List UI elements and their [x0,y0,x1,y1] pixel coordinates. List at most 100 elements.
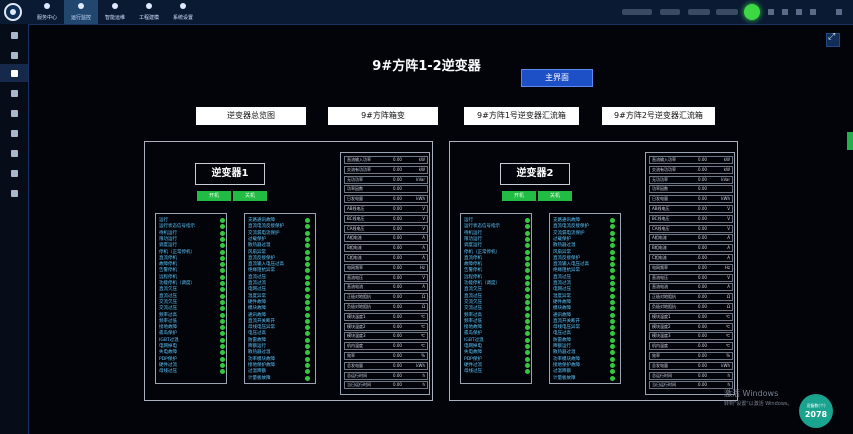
status-led-icon [525,268,530,274]
status-led-icon [610,218,615,223]
list-icon[interactable] [11,110,18,117]
metric-row: A相电流 0.00 A [649,234,733,243]
grid-icon[interactable] [11,170,18,177]
metric-label: 功率因数 [652,186,668,192]
start-button[interactable]: 开机 [197,191,231,201]
metric-row: BC线电压 0.00 V [649,214,733,223]
metric-row: 负极对地阻抗 0.00 Ω [649,303,733,311]
metric-unit: kWh [721,362,730,368]
fullscreen-button[interactable] [826,32,840,47]
metric-label: B相电流 [652,245,667,251]
bulb-icon[interactable] [11,32,18,39]
status-led-icon [220,325,225,331]
metric-unit: ℃ [725,323,731,329]
nav-item-service[interactable]: 服务中心 [30,0,64,24]
status-indicator-icon[interactable] [744,4,760,20]
report-icon[interactable] [11,130,18,137]
nav-item-settings[interactable]: 系统设置 [166,0,200,24]
metric-label: C相电流 [652,255,667,260]
metric-unit: % [421,353,425,358]
metric-label: 直流电流 [347,284,363,290]
status-led-icon [525,218,530,223]
nav-item-monitor[interactable]: 运行监控 [64,0,98,24]
status-led-icon [525,274,530,280]
metric-unit: A [422,235,425,241]
metric-value: 0.00 [393,235,402,241]
window-button-icon[interactable] [796,9,802,15]
stop-button[interactable]: 关机 [233,191,267,201]
metric-label: 无功功率 [652,176,668,182]
metric-row: B相电流 0.00 A [344,244,428,253]
status-led-icon [525,262,530,268]
main-screen-button[interactable]: 主界面 [521,69,593,87]
inverter-panel-2: 逆变器2 开机 关机 运行 运行状态信号指示 待机运行 限功运行 调度运行 停机（正常停机… [449,141,738,401]
metric-value: 0.00 [698,245,707,251]
metric-label: 模块温度3 [652,333,671,339]
metric-label: 正极对地阻抗 [347,294,371,300]
status-led-icon [305,337,310,343]
metric-unit: V [727,274,730,280]
start-button[interactable]: 开机 [502,191,536,201]
metric-value: 0.00 [393,274,402,280]
status-led-icon [610,255,615,261]
status-led-icon [525,255,530,261]
nav-label: 工程建模 [138,15,159,21]
device-count-badge[interactable]: 设备数(个) 2078 [799,394,833,428]
nav-item-modeling[interactable]: 工程建模 [132,0,166,24]
metric-label: AB线电压 [347,206,365,211]
metric-row: 交流有功功率 0.00 kW [344,165,428,174]
metric-row: 功率因数 0.00 [344,185,428,194]
metric-value: 0.00 [698,255,707,260]
metric-unit: kVar [416,176,425,182]
metric-value: 0.00 [698,284,707,290]
metric-label: 机内温度 [652,343,668,349]
inverter-title: 逆变器2 [500,163,570,185]
nav-item-maintenance[interactable]: 智能运维 [98,0,132,24]
status-led-icon [610,224,615,230]
metric-value: 0.00 [698,166,707,172]
status-led-icon [305,299,310,305]
window-button-icon[interactable] [836,9,842,15]
inverter-overview-link[interactable]: 逆变器总览图 [196,107,306,125]
window-button-icon[interactable] [810,9,816,15]
document-icon[interactable] [11,90,18,97]
status-led-icon [220,268,225,274]
weather-icon[interactable] [11,150,18,157]
status-led-icon [305,287,310,293]
page-title: 9#方阵1-2逆变器 [372,59,481,74]
app-logo-icon [4,3,22,21]
stop-button[interactable]: 关机 [538,191,572,201]
metric-row: 电网频率 0.00 Hz [344,263,428,272]
inverter-panel-1: 逆变器1 开机 关机 运行 运行状态信号指示 待机运行 限功运行 调度运行 停机（正常停机… [144,141,433,401]
metric-row: 功率因数 0.00 [649,185,733,194]
status-list-left: 运行 运行状态信号指示 待机运行 限功运行 调度运行 停机（正常停机） 直流停机 故障停机 告警… [155,213,227,384]
table-icon[interactable] [11,190,18,197]
window-button-icon[interactable] [782,9,788,15]
metric-unit: kWh [721,196,730,202]
metric-value: 0.00 [698,333,707,339]
metric-row: A相电流 0.00 A [344,234,428,243]
metric-label: 直流输入功率 [652,157,676,162]
status-led-icon [525,299,530,305]
window-button-icon[interactable] [768,9,774,15]
status-led-icon [305,236,310,242]
metric-label: 直流输入功率 [347,157,371,162]
metric-row: 负极对地阻抗 0.00 Ω [344,303,428,311]
metric-row: 无功功率 0.00 kVar [344,175,428,184]
status-list-right: 支路通讯故障 直流电流反接保护 交流漏电流保护 过载保护 散热器过温 风扇异常 直流反接保护… [244,213,316,384]
metric-row: 模块温度2 0.00 ℃ [344,322,428,331]
status-led-icon [220,331,225,337]
status-led-icon [610,362,615,368]
metric-value: 0.00 [393,313,402,319]
metric-value: 0.00 [393,215,402,221]
metric-label: B相电流 [347,245,362,251]
metric-unit: A [422,284,425,290]
side-tab-handle[interactable] [847,132,853,150]
combiner-box-1-link[interactable]: 9#方阵1号逆变器汇流箱 [464,107,579,125]
combiner-box-2-link[interactable]: 9#方阵2号逆变器汇流箱 [602,107,715,125]
nav-label: 运行监控 [70,15,91,21]
status-led-icon [305,318,310,324]
box-transformer-link[interactable]: 9#方阵箱变 [328,107,438,125]
metric-value: 0.00 [393,372,402,378]
status-led-icon [305,350,310,356]
